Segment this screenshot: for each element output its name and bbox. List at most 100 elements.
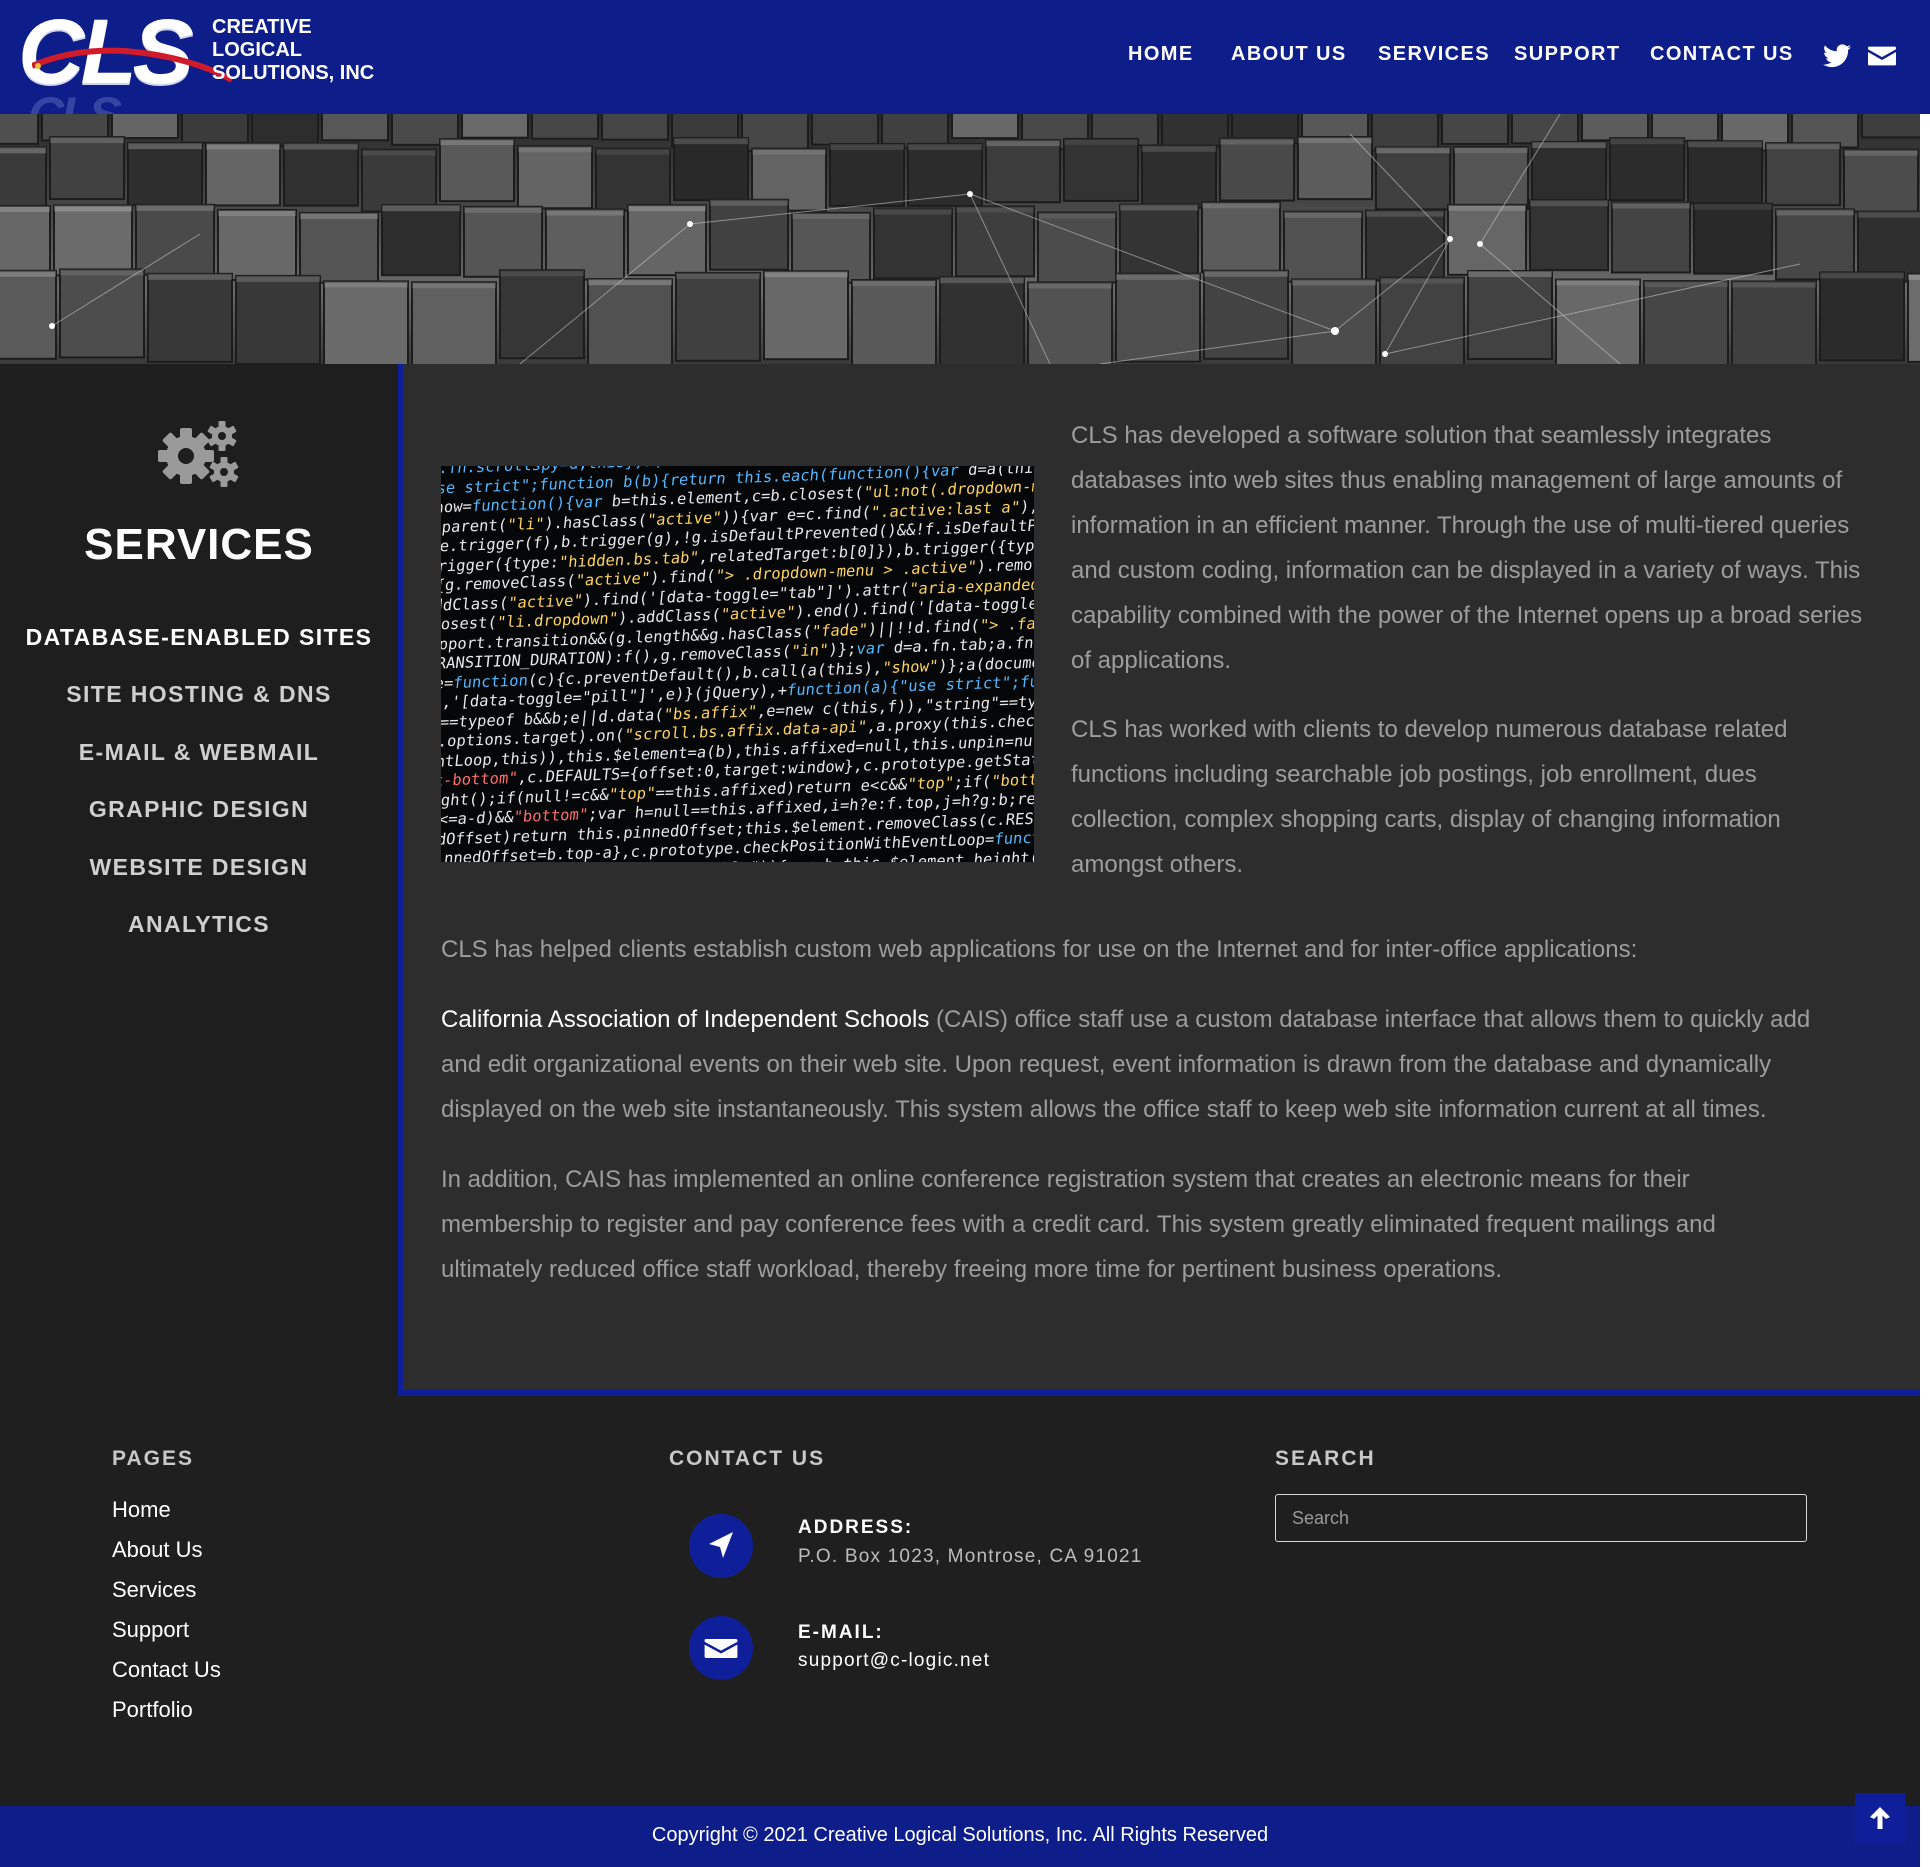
envelope-icon[interactable] [1868, 44, 1896, 68]
hero-cube [517, 145, 593, 210]
nav-services[interactable]: SERVICES [1378, 43, 1490, 66]
address-value: P.O. Box 1023, Montrose, CA 91021 [798, 1546, 1143, 1567]
hero-cube-highlight [1844, 149, 1918, 156]
hero-cube [985, 139, 1061, 204]
site-header: CLS CLS CREATIVE LOGICAL SOLUTIONS, INC … [0, 0, 1930, 140]
hero-cube [1643, 280, 1729, 364]
hero-cube-highlight [1116, 273, 1200, 280]
logo-text-line: SOLUTIONS, INC [212, 62, 375, 84]
hero-cube [1693, 202, 1773, 275]
hero-cube [135, 203, 215, 276]
nav-contact-us[interactable]: CONTACT US [1650, 43, 1794, 66]
hero-cube [1291, 278, 1377, 364]
sidebar-item-website-design[interactable]: WEBSITE DESIGN [0, 854, 398, 881]
hero-cube [709, 198, 789, 271]
hero-cube [283, 142, 359, 207]
hero-cube [1467, 269, 1553, 360]
text-line: CLS has developed a software solution th… [1071, 422, 1772, 449]
nav-support[interactable]: SUPPORT [1514, 43, 1620, 66]
footer-link-contact-us[interactable]: Contact Us [112, 1657, 221, 1683]
location-arrow-icon [709, 1532, 733, 1558]
hero-cube-highlight [300, 212, 378, 219]
hero-cube [1379, 276, 1465, 364]
hero-cube-highlight [518, 146, 592, 153]
hero-cube-highlight [1220, 138, 1294, 145]
hero-cube-highlight [464, 206, 542, 213]
hero-cube-highlight [1366, 210, 1444, 217]
hero-cube-highlight [1064, 138, 1138, 145]
text-span: (CAIS) office staff use a custom databas… [929, 1006, 1811, 1033]
text-line: California Association of Independent Sc… [441, 997, 1921, 1042]
footer-link-support[interactable]: Support [112, 1617, 189, 1643]
text-line: of applications. [1071, 647, 1232, 674]
hero-cube-highlight [284, 143, 358, 150]
hero-cube [1775, 208, 1855, 281]
hero-cube-highlight [1284, 211, 1362, 218]
footer-link-services[interactable]: Services [112, 1577, 196, 1603]
cais-paragraph: California Association of Independent Sc… [441, 997, 1921, 1132]
hero-cube [461, 114, 529, 139]
nav-about-us[interactable]: ABOUT US [1231, 43, 1347, 66]
cais-link[interactable]: California Association of Independent Sc… [441, 1006, 929, 1033]
hero-cube-highlight [0, 205, 50, 212]
hero-cube-highlight [1142, 145, 1216, 152]
site-footer [0, 1396, 1920, 1806]
hero-cube [381, 204, 461, 277]
nav-home[interactable]: HOME [1128, 43, 1194, 66]
hero-cube [595, 147, 671, 212]
hero-cube [111, 114, 179, 140]
hero-cube-highlight [1530, 200, 1608, 207]
hero-cube [1447, 203, 1527, 276]
hero-cube [1843, 148, 1919, 213]
hero-cube [1037, 211, 1117, 284]
hero-cube [1687, 140, 1763, 205]
hero-cube [1453, 146, 1529, 211]
hero-cube-highlight [1610, 138, 1684, 145]
envelope-icon [704, 1639, 738, 1658]
sidebar-item-analytics[interactable]: ANALYTICS [0, 911, 398, 938]
hero-cube [763, 270, 849, 361]
hero-cube [1141, 144, 1217, 209]
footer-link-portfolio[interactable]: Portfolio [112, 1697, 193, 1723]
site-logo[interactable]: CLS CLS CREATIVE LOGICAL SOLUTIONS, INC [18, 6, 378, 140]
hero-cubes [0, 114, 1920, 364]
hero-cube [811, 114, 879, 146]
sidebar-item-graphic-design[interactable]: GRAPHIC DESIGN [0, 796, 398, 823]
sidebar-item-email-webmail[interactable]: E-MAIL & WEBMAIL [0, 739, 398, 766]
hero-cube-highlight [1120, 204, 1198, 211]
hero-cube-highlight [50, 137, 124, 144]
back-to-top-button[interactable] [1855, 1793, 1905, 1843]
text-line: functions including searchable job posti… [1071, 761, 1757, 788]
hero-cube-highlight [1766, 143, 1840, 150]
footer-link-about-us[interactable]: About Us [112, 1537, 203, 1563]
hero-cube-highlight [206, 143, 280, 150]
hero-cube-highlight [1556, 279, 1640, 286]
hero-cube [411, 281, 497, 364]
hero-cube [463, 205, 543, 278]
hero-cube [851, 279, 937, 364]
hero-cube [1441, 114, 1509, 145]
hero-cube [217, 209, 297, 282]
page-edge [1920, 114, 1930, 1867]
hero-cube [1115, 272, 1201, 363]
hero-cube [1201, 201, 1281, 274]
twitter-icon[interactable] [1823, 44, 1851, 68]
clients-paragraph: CLS has worked with clients to develop n… [1071, 707, 1921, 887]
hero-cube-highlight [546, 209, 624, 216]
hero-cube-highlight [628, 205, 706, 212]
web-apps-paragraph: CLS has helped clients establish custom … [441, 936, 1638, 963]
hero-cube-highlight [956, 206, 1034, 213]
intro-paragraph: CLS has developed a software solution th… [1071, 413, 1921, 683]
hero-cube [1203, 269, 1289, 360]
hero-cube [235, 274, 321, 364]
footer-link-home[interactable]: Home [112, 1497, 171, 1523]
hero-cube-highlight [986, 140, 1060, 147]
hero-cube [627, 204, 707, 277]
email-value[interactable]: support@c-logic.net [798, 1650, 990, 1672]
search-input[interactable] [1275, 1494, 1807, 1542]
sidebar-item-database-enabled-sites[interactable]: DATABASE-ENABLED SITES [0, 624, 398, 651]
sidebar-item-site-hosting-dns[interactable]: SITE HOSTING & DNS [0, 681, 398, 708]
hero-cube [741, 114, 809, 152]
text-line: ultimately reduced office staff workload… [441, 1256, 1503, 1283]
hero-cube [0, 204, 51, 277]
